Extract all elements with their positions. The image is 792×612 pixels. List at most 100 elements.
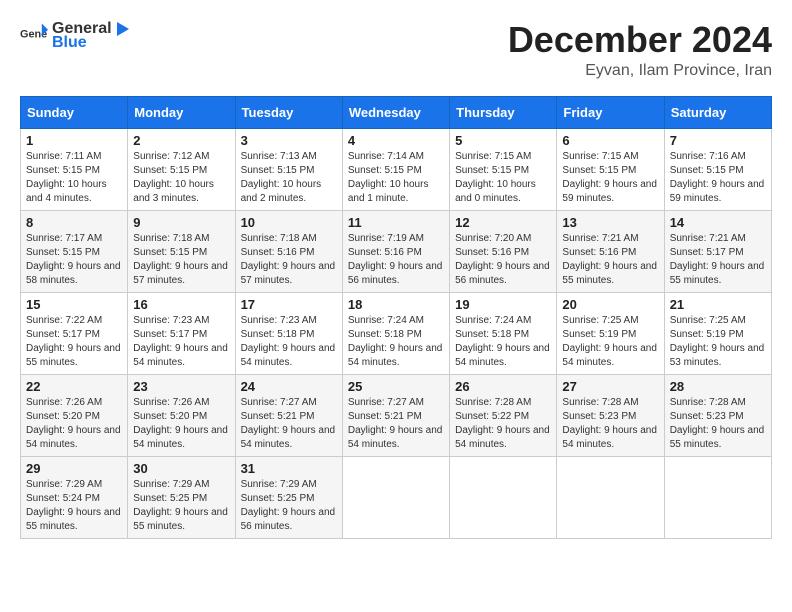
- day-info: Sunrise: 7:11 AMSunset: 5:15 PMDaylight:…: [26, 150, 122, 206]
- weekday-header-monday: Monday: [128, 96, 235, 128]
- week-row-3: 15Sunrise: 7:22 AMSunset: 5:17 PMDayligh…: [21, 292, 772, 374]
- calendar-cell: 21Sunrise: 7:25 AMSunset: 5:19 PMDayligh…: [664, 292, 771, 374]
- location-subtitle: Eyvan, Ilam Province, Iran: [508, 62, 772, 80]
- day-info: Sunrise: 7:15 AMSunset: 5:15 PMDaylight:…: [562, 150, 658, 206]
- day-number: 22: [26, 379, 122, 394]
- calendar-cell: [557, 456, 664, 538]
- day-number: 24: [241, 379, 337, 394]
- day-info: Sunrise: 7:13 AMSunset: 5:15 PMDaylight:…: [241, 150, 337, 206]
- calendar-cell: 3 Sunrise: 7:13 AMSunset: 5:15 PMDaylight…: [235, 128, 342, 210]
- day-info: Sunrise: 7:18 AMSunset: 5:15 PMDaylight:…: [133, 232, 229, 288]
- day-number: 12: [455, 215, 551, 230]
- calendar-cell: 16Sunrise: 7:23 AMSunset: 5:17 PMDayligh…: [128, 292, 235, 374]
- day-info: Sunrise: 7:29 AMSunset: 5:25 PMDaylight:…: [133, 478, 229, 534]
- day-number: 30: [133, 461, 229, 476]
- day-number: 11: [348, 215, 444, 230]
- calendar-cell: 7 Sunrise: 7:16 AMSunset: 5:15 PMDaylight…: [664, 128, 771, 210]
- weekday-header-friday: Friday: [557, 96, 664, 128]
- day-info: Sunrise: 7:29 AMSunset: 5:24 PMDaylight:…: [26, 478, 122, 534]
- day-info: Sunrise: 7:26 AMSunset: 5:20 PMDaylight:…: [133, 396, 229, 452]
- day-number: 15: [26, 297, 122, 312]
- day-info: Sunrise: 7:12 AMSunset: 5:15 PMDaylight:…: [133, 150, 229, 206]
- day-number: 4: [348, 133, 444, 148]
- day-number: 25: [348, 379, 444, 394]
- day-number: 29: [26, 461, 122, 476]
- day-info: Sunrise: 7:21 AMSunset: 5:16 PMDaylight:…: [562, 232, 658, 288]
- day-info: Sunrise: 7:27 AMSunset: 5:21 PMDaylight:…: [241, 396, 337, 452]
- calendar-cell: 27 Sunrise: 7:28 AMSunset: 5:23 PMDayligh…: [557, 374, 664, 456]
- logo-icon: General: [20, 22, 48, 50]
- logo-arrow-icon: [113, 20, 131, 38]
- day-info: Sunrise: 7:24 AMSunset: 5:18 PMDaylight:…: [455, 314, 551, 370]
- day-info: Sunrise: 7:17 AMSunset: 5:15 PMDaylight:…: [26, 232, 122, 288]
- calendar-cell: 2 Sunrise: 7:12 AMSunset: 5:15 PMDaylight…: [128, 128, 235, 210]
- day-number: 21: [670, 297, 766, 312]
- day-info: Sunrise: 7:29 AMSunset: 5:25 PMDaylight:…: [241, 478, 337, 534]
- calendar-cell: 12 Sunrise: 7:20 AMSunset: 5:16 PMDayligh…: [450, 210, 557, 292]
- day-number: 27: [562, 379, 658, 394]
- calendar-cell: 22 Sunrise: 7:26 AMSunset: 5:20 PMDayligh…: [21, 374, 128, 456]
- calendar-cell: 11 Sunrise: 7:19 AMSunset: 5:16 PMDayligh…: [342, 210, 449, 292]
- calendar-cell: 17 Sunrise: 7:23 AMSunset: 5:18 PMDayligh…: [235, 292, 342, 374]
- calendar-cell: 9 Sunrise: 7:18 AMSunset: 5:15 PMDaylight…: [128, 210, 235, 292]
- title-section: December 2024 Eyvan, Ilam Province, Iran: [508, 20, 772, 80]
- day-number: 16: [133, 297, 229, 312]
- day-info: Sunrise: 7:21 AMSunset: 5:17 PMDaylight:…: [670, 232, 766, 288]
- calendar-cell: [450, 456, 557, 538]
- weekday-header-sunday: Sunday: [21, 96, 128, 128]
- week-row-5: 29 Sunrise: 7:29 AMSunset: 5:24 PMDayligh…: [21, 456, 772, 538]
- calendar-cell: [664, 456, 771, 538]
- day-info: Sunrise: 7:24 AMSunset: 5:18 PMDaylight:…: [348, 314, 444, 370]
- day-info: Sunrise: 7:20 AMSunset: 5:16 PMDaylight:…: [455, 232, 551, 288]
- day-number: 26: [455, 379, 551, 394]
- calendar-cell: 23Sunrise: 7:26 AMSunset: 5:20 PMDayligh…: [128, 374, 235, 456]
- calendar-cell: 14Sunrise: 7:21 AMSunset: 5:17 PMDayligh…: [664, 210, 771, 292]
- day-info: Sunrise: 7:18 AMSunset: 5:16 PMDaylight:…: [241, 232, 337, 288]
- calendar-cell: 29 Sunrise: 7:29 AMSunset: 5:24 PMDayligh…: [21, 456, 128, 538]
- weekday-header-thursday: Thursday: [450, 96, 557, 128]
- calendar-cell: 1Sunrise: 7:11 AMSunset: 5:15 PMDaylight…: [21, 128, 128, 210]
- day-number: 28: [670, 379, 766, 394]
- weekday-header-saturday: Saturday: [664, 96, 771, 128]
- day-number: 17: [241, 297, 337, 312]
- day-info: Sunrise: 7:19 AMSunset: 5:16 PMDaylight:…: [348, 232, 444, 288]
- calendar-cell: 13 Sunrise: 7:21 AMSunset: 5:16 PMDayligh…: [557, 210, 664, 292]
- week-row-4: 22 Sunrise: 7:26 AMSunset: 5:20 PMDayligh…: [21, 374, 772, 456]
- day-number: 3: [241, 133, 337, 148]
- calendar-cell: 8Sunrise: 7:17 AMSunset: 5:15 PMDaylight…: [21, 210, 128, 292]
- calendar-cell: 26 Sunrise: 7:28 AMSunset: 5:22 PMDayligh…: [450, 374, 557, 456]
- calendar-cell: 6 Sunrise: 7:15 AMSunset: 5:15 PMDaylight…: [557, 128, 664, 210]
- day-info: Sunrise: 7:16 AMSunset: 5:15 PMDaylight:…: [670, 150, 766, 206]
- calendar-cell: 30 Sunrise: 7:29 AMSunset: 5:25 PMDayligh…: [128, 456, 235, 538]
- calendar-cell: 19 Sunrise: 7:24 AMSunset: 5:18 PMDayligh…: [450, 292, 557, 374]
- day-number: 7: [670, 133, 766, 148]
- day-info: Sunrise: 7:27 AMSunset: 5:21 PMDaylight:…: [348, 396, 444, 452]
- day-number: 31: [241, 461, 337, 476]
- day-number: 13: [562, 215, 658, 230]
- calendar-cell: 20Sunrise: 7:25 AMSunset: 5:19 PMDayligh…: [557, 292, 664, 374]
- calendar-cell: 10Sunrise: 7:18 AMSunset: 5:16 PMDayligh…: [235, 210, 342, 292]
- day-number: 6: [562, 133, 658, 148]
- day-number: 9: [133, 215, 229, 230]
- week-row-2: 8Sunrise: 7:17 AMSunset: 5:15 PMDaylight…: [21, 210, 772, 292]
- calendar-table: SundayMondayTuesdayWednesdayThursdayFrid…: [20, 96, 772, 539]
- calendar-cell: 5Sunrise: 7:15 AMSunset: 5:15 PMDaylight…: [450, 128, 557, 210]
- weekday-header-row: SundayMondayTuesdayWednesdayThursdayFrid…: [21, 96, 772, 128]
- page-header: General General Blue December 2024 Eyvan…: [20, 20, 772, 80]
- calendar-cell: [342, 456, 449, 538]
- day-number: 20: [562, 297, 658, 312]
- day-number: 5: [455, 133, 551, 148]
- day-info: Sunrise: 7:28 AMSunset: 5:23 PMDaylight:…: [562, 396, 658, 452]
- week-row-1: 1Sunrise: 7:11 AMSunset: 5:15 PMDaylight…: [21, 128, 772, 210]
- day-info: Sunrise: 7:23 AMSunset: 5:18 PMDaylight:…: [241, 314, 337, 370]
- day-info: Sunrise: 7:28 AMSunset: 5:23 PMDaylight:…: [670, 396, 766, 452]
- calendar-cell: 24 Sunrise: 7:27 AMSunset: 5:21 PMDayligh…: [235, 374, 342, 456]
- day-number: 18: [348, 297, 444, 312]
- day-info: Sunrise: 7:26 AMSunset: 5:20 PMDaylight:…: [26, 396, 122, 452]
- day-info: Sunrise: 7:14 AMSunset: 5:15 PMDaylight:…: [348, 150, 444, 206]
- day-number: 19: [455, 297, 551, 312]
- calendar-cell: 25 Sunrise: 7:27 AMSunset: 5:21 PMDayligh…: [342, 374, 449, 456]
- calendar-cell: 15Sunrise: 7:22 AMSunset: 5:17 PMDayligh…: [21, 292, 128, 374]
- day-number: 2: [133, 133, 229, 148]
- day-info: Sunrise: 7:28 AMSunset: 5:22 PMDaylight:…: [455, 396, 551, 452]
